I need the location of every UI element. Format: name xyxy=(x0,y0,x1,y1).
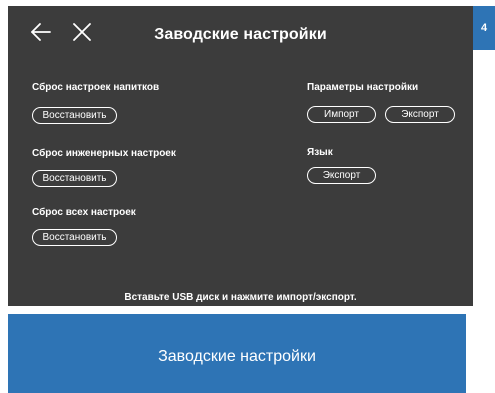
reset-all-button[interactable]: Восстановить xyxy=(32,229,117,246)
top-bar: Заводские настройки xyxy=(8,6,473,58)
settings-screen: Заводские настройки Сброс настроек напит… xyxy=(8,6,473,306)
reset-drinks-button[interactable]: Восстановить xyxy=(32,107,117,124)
reset-engineering-button[interactable]: Восстановить xyxy=(32,170,117,187)
reset-drinks-label: Сброс настроек напитков xyxy=(32,82,160,93)
reset-engineering-label: Сброс инженерных настроек xyxy=(32,148,176,159)
page-title: Заводские настройки xyxy=(154,26,327,43)
reset-all-label: Сброс всех настроек xyxy=(32,207,136,218)
page-number-badge: 4 xyxy=(473,6,495,50)
export-settings-button[interactable]: Экспорт xyxy=(385,106,455,123)
settings-params-label: Параметры настройки xyxy=(307,82,419,93)
usb-hint: Вставьте USB диск и нажмите импорт/экспо… xyxy=(124,292,357,303)
caption-text: Заводские настройки xyxy=(158,348,316,365)
export-language-button[interactable]: Экспорт xyxy=(307,167,376,184)
caption-bar: Заводские настройки xyxy=(8,314,466,393)
language-label: Язык xyxy=(307,147,333,158)
import-button[interactable]: Импорт xyxy=(307,106,376,123)
